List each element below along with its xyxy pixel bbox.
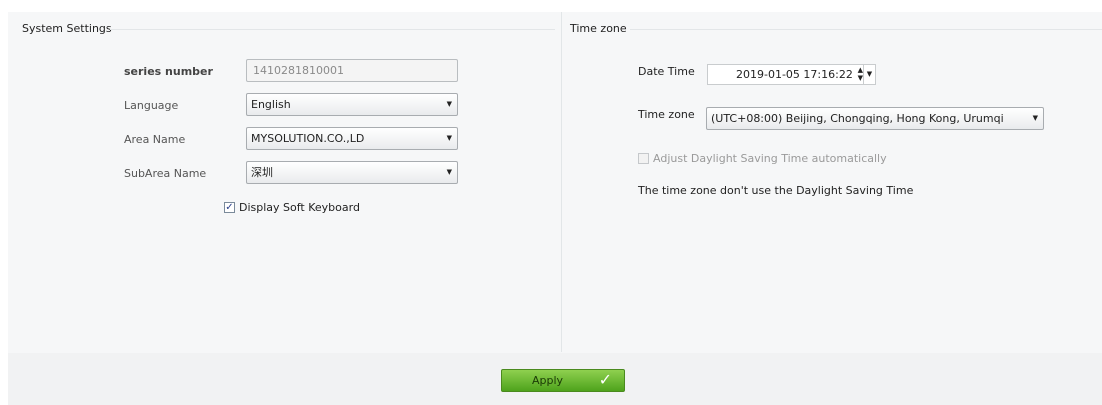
series-number-field: 1410281810001 — [246, 59, 458, 82]
time-zone-select[interactable]: (UTC+08:00) Beijing, Chongqing, Hong Kon… — [706, 107, 1044, 130]
date-time-picker[interactable]: 2019-01-05 17:16:22 ▲ ▼ ▼ — [707, 64, 876, 85]
date-time-value: 2019-01-05 17:16:22 — [736, 68, 853, 81]
apply-button[interactable]: Apply ✓ — [501, 369, 625, 392]
soft-keyboard-label: Display Soft Keyboard — [239, 201, 360, 214]
soft-keyboard-checkbox[interactable]: ✓ — [224, 202, 235, 213]
time-zone-title: Time zone — [570, 22, 627, 35]
chevron-down-icon[interactable]: ▼ — [863, 65, 875, 84]
dst-label: Adjust Daylight Saving Time automaticall… — [653, 152, 887, 165]
checkmark-icon: ✓ — [598, 370, 612, 389]
time-zone-select-value: (UTC+08:00) Beijing, Chongqing, Hong Kon… — [711, 112, 1004, 125]
time-zone-title-rule — [630, 29, 1102, 30]
footer-bar: Apply ✓ — [8, 353, 1102, 405]
chevron-down-icon: ▼ — [446, 100, 452, 108]
language-select-value: English — [251, 98, 291, 111]
subarea-name-label: SubArea Name — [124, 167, 207, 180]
chevron-down-icon: ▼ — [446, 134, 452, 142]
area-name-select[interactable]: MYSOLUTION.CO.,LD ▼ — [246, 127, 458, 150]
area-name-label: Area Name — [124, 133, 186, 146]
chevron-down-icon: ▼ — [1032, 114, 1038, 122]
language-label: Language — [124, 99, 179, 112]
language-select[interactable]: English ▼ — [246, 93, 458, 116]
dst-note: The time zone don't use the Daylight Sav… — [638, 184, 914, 197]
date-time-label: Date Time — [638, 65, 695, 78]
system-settings-title: System Settings — [22, 22, 112, 35]
series-number-label: series number — [124, 65, 213, 78]
chevron-down-icon: ▼ — [446, 168, 452, 176]
system-settings-group: System Settings series number 1410281810… — [8, 12, 562, 352]
settings-window: System Settings series number 1410281810… — [8, 12, 1102, 405]
dst-checkbox[interactable] — [638, 153, 649, 164]
subarea-name-select-value: 深圳 — [251, 166, 273, 179]
system-settings-title-rule — [110, 29, 555, 30]
dst-option[interactable]: Adjust Daylight Saving Time automaticall… — [638, 152, 887, 165]
subarea-name-select[interactable]: 深圳 ▼ — [246, 161, 458, 184]
soft-keyboard-option[interactable]: ✓ Display Soft Keyboard — [224, 201, 360, 214]
apply-button-label: Apply — [532, 374, 564, 387]
area-name-select-value: MYSOLUTION.CO.,LD — [251, 132, 365, 145]
time-zone-label: Time zone — [638, 108, 695, 121]
time-zone-group: Time zone Date Time 2019-01-05 17:16:22 … — [562, 12, 1102, 352]
